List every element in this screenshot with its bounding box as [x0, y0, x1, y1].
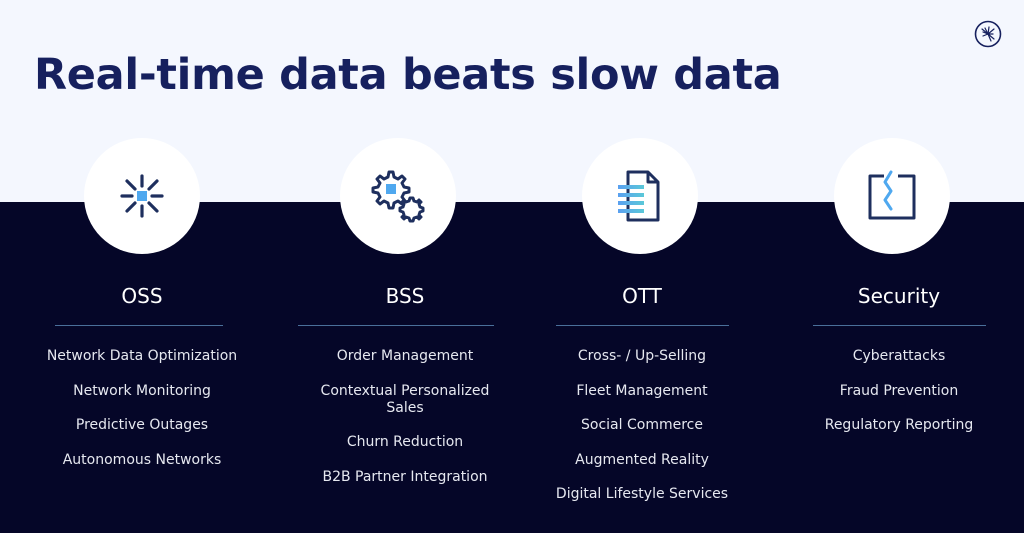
list-item: Augmented Reality [575, 451, 709, 468]
list-item: Digital Lifestyle Services [555, 486, 729, 502]
starburst-circle-logo-icon [974, 20, 1002, 48]
item-list: Order Management Contextual Personalized… [285, 348, 525, 503]
broken-frame-icon [868, 170, 916, 220]
list-item: Fraud Prevention [839, 382, 959, 399]
document-icon [618, 170, 660, 222]
divider [813, 325, 986, 326]
item-list: Cross- / Up-Selling Fleet Management Soc… [522, 348, 762, 521]
icon-circle [582, 138, 698, 254]
list-item: Order Management [336, 348, 474, 364]
column-heading: OTT [622, 284, 662, 308]
list-item: Network Monitoring [73, 382, 211, 399]
starburst-icon [120, 174, 164, 218]
list-item: Cross- / Up-Selling [577, 348, 707, 364]
icon-circle [340, 138, 456, 254]
list-item: Network Data Optimization [46, 348, 238, 364]
list-item: Contextual Personalized Sales [320, 382, 490, 416]
icon-circle [834, 138, 950, 254]
item-list: Cyberattacks Fraud Prevention Regulatory… [779, 348, 1019, 452]
divider [298, 325, 494, 326]
list-item: Regulatory Reporting [824, 417, 974, 433]
column-heading: OSS [121, 284, 163, 308]
list-item: Social Commerce [581, 417, 703, 433]
divider [556, 325, 729, 326]
gears-icon [371, 170, 425, 223]
list-item: Cyberattacks [852, 348, 946, 364]
list-item: B2B Partner Integration [322, 468, 488, 485]
page-title: Real-time data beats slow data [34, 50, 782, 100]
divider [55, 325, 223, 326]
list-item: Churn Reduction [346, 434, 464, 450]
list-item: Predictive Outages [75, 417, 209, 433]
column-heading: BSS [385, 284, 425, 308]
list-item: Autonomous Networks [62, 451, 222, 468]
list-item: Fleet Management [576, 382, 708, 399]
column-heading: Security [857, 284, 941, 308]
icon-circle [84, 138, 200, 254]
item-list: Network Data Optimization Network Monito… [22, 348, 262, 486]
